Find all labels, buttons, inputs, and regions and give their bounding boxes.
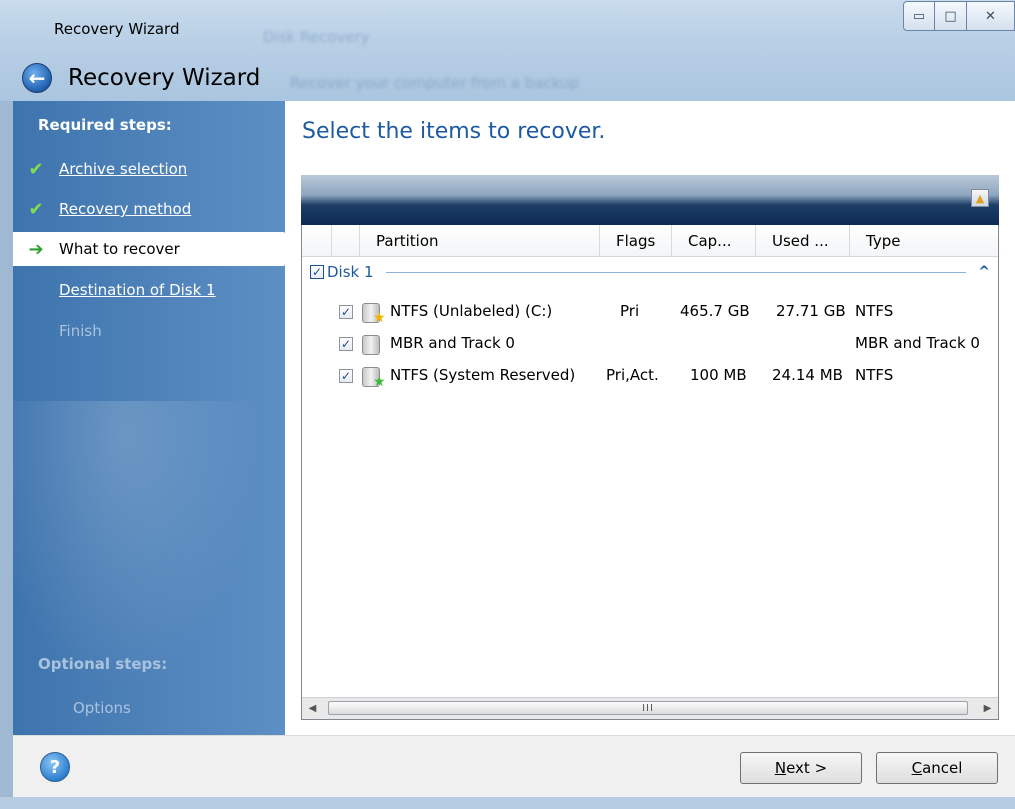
- partition-name: NTFS (System Reserved): [390, 366, 576, 384]
- partition-capacity: 465.7 GB: [680, 302, 750, 320]
- row-checkbox[interactable]: ✓: [339, 305, 353, 319]
- main-panel: Select the items to recover. ▲ Partition…: [285, 101, 1015, 735]
- disk-icon: [362, 335, 380, 355]
- partition-used: 24.14 MB: [772, 366, 843, 384]
- row-checkbox[interactable]: ✓: [339, 337, 353, 351]
- ghost-title: Disk Recovery: [263, 28, 370, 46]
- step-options: Options: [13, 691, 285, 725]
- partition-name: MBR and Track 0: [390, 334, 515, 352]
- scroll-left-icon[interactable]: ◀: [302, 698, 323, 719]
- partition-capacity: 100 MB: [690, 366, 747, 384]
- ghost-subtitle: Recover your computer from a backup: [290, 74, 579, 92]
- partition-type: MBR and Track 0: [855, 334, 980, 352]
- disk-label: Disk 1: [327, 263, 374, 281]
- partition-row[interactable]: ✓ ★ NTFS (System Reserved) Pri,Act. 100 …: [302, 361, 998, 391]
- page-title: Select the items to recover.: [302, 119, 606, 144]
- close-button[interactable]: ✕: [967, 1, 1015, 31]
- steps-sidebar: Required steps: ✔ Archive selection ✔ Re…: [13, 101, 285, 735]
- scroll-thumb[interactable]: III: [328, 701, 968, 715]
- partition-list[interactable]: Partition Flags Cap... Used ... Type ✓ D…: [301, 225, 999, 720]
- next-label: ext >: [786, 759, 828, 777]
- column-capacity[interactable]: Cap...: [672, 225, 756, 256]
- check-icon: ✔: [28, 158, 44, 180]
- check-icon: ✔: [28, 198, 44, 220]
- required-steps-heading: Required steps:: [38, 116, 172, 134]
- star-icon: ★: [373, 374, 386, 390]
- collapse-chevron-icon[interactable]: ^: [978, 264, 990, 280]
- step-archive-selection[interactable]: ✔ Archive selection: [13, 152, 285, 186]
- help-icon[interactable]: ?: [40, 752, 70, 782]
- list-toolbar: ▲: [301, 175, 999, 225]
- wizard-heading: Recovery Wizard: [68, 65, 261, 91]
- step-label: Destination of Disk 1: [59, 281, 216, 299]
- cancel-button[interactable]: Cancel: [876, 752, 998, 784]
- step-recovery-method[interactable]: ✔ Recovery method: [13, 192, 285, 226]
- cancel-accel: C: [911, 759, 923, 777]
- step-label: Options: [73, 699, 131, 717]
- column-flags[interactable]: Flags: [600, 225, 672, 256]
- optional-steps-heading: Optional steps:: [38, 655, 168, 673]
- horizontal-scrollbar[interactable]: ◀ III ▶: [302, 697, 998, 719]
- partition-name: NTFS (Unlabeled) (C:): [390, 302, 553, 320]
- back-arrow-icon[interactable]: ←: [22, 63, 52, 93]
- partition-type: NTFS: [855, 302, 894, 320]
- footer-bar: ? Next > Cancel: [13, 735, 1015, 798]
- partition-flags: Pri: [620, 302, 640, 320]
- window-controls: ▭ □ ✕: [903, 0, 1015, 32]
- heading-row: ← Recovery Wizard: [22, 60, 260, 96]
- step-label: Finish: [59, 322, 102, 340]
- partition-row[interactable]: ✓ MBR and Track 0 MBR and Track 0: [302, 329, 998, 359]
- row-checkbox[interactable]: ✓: [339, 369, 353, 383]
- window-border: [0, 797, 1015, 809]
- partition-flags: Pri,Act.: [606, 366, 659, 384]
- divider: [385, 271, 967, 273]
- step-label: What to recover: [59, 240, 180, 258]
- step-finish: Finish: [13, 314, 285, 348]
- step-destination-disk-1[interactable]: Destination of Disk 1: [13, 273, 285, 307]
- properties-icon[interactable]: ▲: [971, 189, 989, 207]
- maximize-button[interactable]: □: [935, 1, 967, 31]
- column-type[interactable]: Type: [850, 225, 998, 256]
- title-bar: Disk Recovery Recover your computer from…: [0, 0, 1015, 101]
- partition-used: 27.71 GB: [776, 302, 846, 320]
- step-what-to-recover[interactable]: ➔ What to recover: [13, 232, 285, 266]
- disk-group-header: ✓ Disk 1 ^: [310, 261, 990, 283]
- disk-checkbox[interactable]: ✓: [310, 265, 324, 279]
- window-title: Recovery Wizard: [54, 20, 180, 38]
- arrow-right-icon: ➔: [28, 238, 44, 260]
- next-button[interactable]: Next >: [740, 752, 862, 784]
- minimize-button[interactable]: ▭: [903, 1, 935, 31]
- scroll-right-icon[interactable]: ▶: [977, 698, 998, 719]
- partition-row[interactable]: ✓ ★ NTFS (Unlabeled) (C:) Pri 465.7 GB 2…: [302, 297, 998, 327]
- sidebar-decoration: [13, 401, 285, 735]
- column-headers: Partition Flags Cap... Used ... Type: [302, 225, 998, 257]
- step-label: Archive selection: [59, 160, 188, 178]
- column-partition[interactable]: Partition: [360, 225, 600, 256]
- cancel-label: ancel: [922, 759, 963, 777]
- star-icon: ★: [373, 310, 386, 326]
- step-label: Recovery method: [59, 200, 192, 218]
- column-used[interactable]: Used ...: [756, 225, 850, 256]
- recovery-wizard-window: Disk Recovery Recover your computer from…: [0, 0, 1015, 809]
- partition-type: NTFS: [855, 366, 894, 384]
- next-accel: N: [774, 759, 787, 777]
